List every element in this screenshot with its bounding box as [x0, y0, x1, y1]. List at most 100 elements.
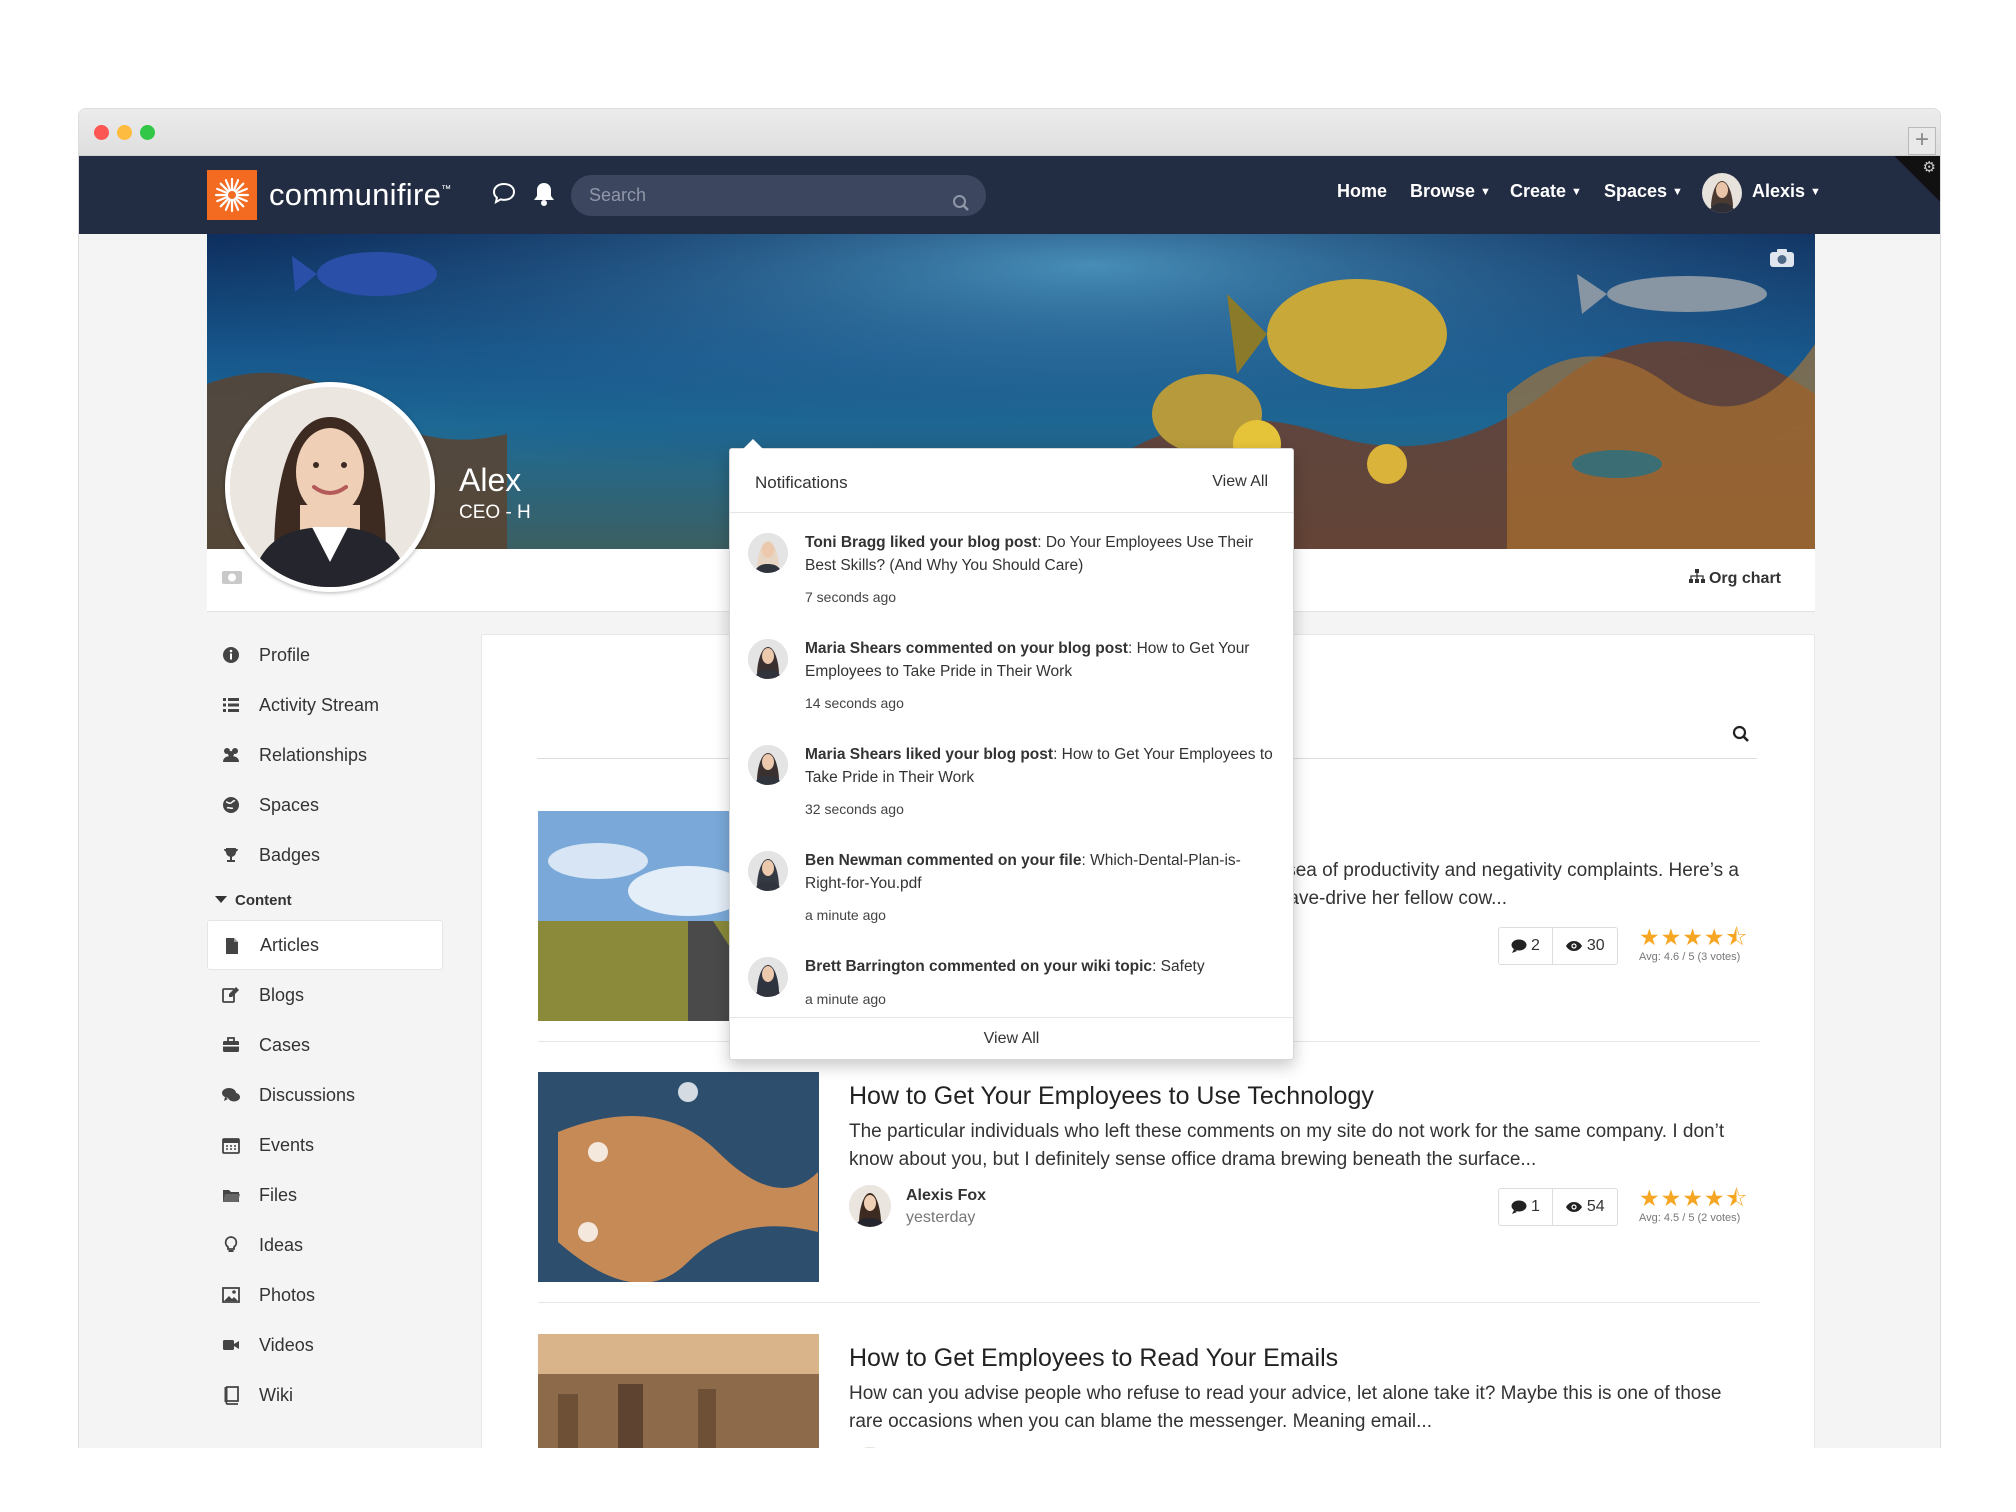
- gear-icon[interactable]: ⚙: [1923, 158, 1936, 176]
- sidebar-item-label: Cases: [259, 1034, 311, 1055]
- nav-home[interactable]: Home: [1337, 181, 1387, 202]
- brand-trademark: ™: [441, 184, 452, 195]
- sidebar-item-relationships[interactable]: Relationships: [207, 730, 447, 780]
- notification-item[interactable]: Maria Shears commented on your blog post…: [730, 619, 1293, 725]
- nav-browse-label: Browse: [1410, 181, 1476, 201]
- notification-text: Toni Bragg liked your blog post: Do Your…: [805, 534, 1254, 574]
- sidebar-item-blogs[interactable]: Blogs: [207, 970, 447, 1020]
- author-name[interactable]: Alexis Fox: [906, 1187, 986, 1205]
- nav-create[interactable]: Create ▼: [1510, 181, 1582, 202]
- sidebar-item-profile[interactable]: Profile: [207, 630, 447, 680]
- article-stats: 1 54: [1498, 1188, 1618, 1226]
- rating-average: Avg: 4.5 / 5 (2 votes): [1639, 1212, 1741, 1224]
- sidebar-item-articles[interactable]: Articles: [207, 920, 443, 970]
- article-excerpt: How can you advise people who refuse to …: [849, 1383, 1722, 1432]
- notification-item[interactable]: Maria Shears liked your blog post: How t…: [730, 725, 1293, 831]
- notification-item[interactable]: Toni Bragg liked your blog post: Do Your…: [730, 513, 1293, 619]
- nav-user-menu[interactable]: Alexis ▼: [1752, 181, 1821, 202]
- trophy-icon: [221, 845, 241, 865]
- view-all-link-bottom[interactable]: View All: [730, 1017, 1293, 1059]
- blog-icon: [221, 985, 241, 1005]
- notification-item[interactable]: Ben Newman commented on your file: Which…: [730, 831, 1293, 937]
- notification-avatar: [748, 851, 788, 891]
- org-chart-link[interactable]: Org chart: [1688, 569, 1781, 588]
- content-search-icon[interactable]: [1732, 725, 1750, 748]
- nav-create-label: Create: [1510, 181, 1567, 201]
- notifications-dropdown: Notifications View All Toni Bragg liked …: [729, 439, 1294, 1060]
- eye-icon: [1565, 1202, 1582, 1212]
- sidebar-item-wiki[interactable]: Wiki: [207, 1370, 447, 1420]
- settings-corner[interactable]: ⚙: [1894, 156, 1940, 202]
- notifications-title: Notifications: [755, 473, 848, 492]
- brand-logo[interactable]: communifire ™: [207, 170, 451, 220]
- author-avatar: [849, 1185, 891, 1227]
- article-stats: 2 30: [1498, 927, 1618, 965]
- info-icon: [221, 645, 241, 665]
- folder-icon: [221, 1185, 241, 1205]
- article-title[interactable]: How to Get Your Employees to Use Technol…: [849, 1082, 1374, 1111]
- minimize-window-button[interactable]: [117, 125, 132, 140]
- sidebar-item-label: Files: [259, 1184, 298, 1205]
- search-input[interactable]: Search: [571, 175, 986, 216]
- article-icon: [222, 936, 242, 956]
- view-all-link-top[interactable]: View All: [1212, 473, 1268, 491]
- sidebar-item-ideas[interactable]: Ideas: [207, 1220, 447, 1270]
- sidebar-item-label: Profile: [259, 644, 311, 665]
- sidebar-item-files[interactable]: Files: [207, 1170, 447, 1220]
- calendar-icon: [221, 1135, 241, 1155]
- change-avatar-camera-icon[interactable]: [221, 567, 243, 590]
- video-icon: [221, 1335, 241, 1355]
- notification-avatar: [748, 533, 788, 573]
- article-author[interactable]: Alexis Fox: [849, 1447, 1249, 1448]
- sidebar-item-videos[interactable]: Videos: [207, 1320, 447, 1370]
- browser-window: + communifire ™ Search Home Browse ▼ Cre…: [78, 108, 1941, 1448]
- chevron-down-icon: ▼: [1672, 186, 1683, 198]
- notification-time: a minute ago: [805, 991, 886, 1007]
- org-chart-label: Org chart: [1708, 570, 1781, 587]
- sidebar-item-spaces[interactable]: Spaces: [207, 780, 447, 830]
- author-avatar: [849, 1447, 891, 1448]
- profile-avatar[interactable]: [225, 382, 435, 592]
- profile-title: CEO - H: [459, 502, 531, 523]
- star-rating[interactable]: ★★★★⯪: [1639, 1444, 1748, 1448]
- comment-count[interactable]: 1: [1499, 1189, 1553, 1225]
- sidebar-item-cases[interactable]: Cases: [207, 1020, 447, 1070]
- globe-icon: [221, 795, 241, 815]
- sidebar-section-content[interactable]: Content: [207, 880, 447, 920]
- sitemap-icon: [1688, 569, 1709, 587]
- nav-browse[interactable]: Browse ▼: [1410, 181, 1491, 202]
- brand-name: communifire: [269, 177, 442, 212]
- change-cover-camera-icon[interactable]: [1769, 248, 1795, 268]
- article-thumbnail[interactable]: [538, 1072, 819, 1282]
- nav-spaces[interactable]: Spaces ▼: [1604, 181, 1683, 202]
- sidebar-item-activity-stream[interactable]: Activity Stream: [207, 680, 447, 730]
- image-icon: [221, 1285, 241, 1305]
- bell-icon[interactable]: [531, 180, 559, 208]
- notification-time: 14 seconds ago: [805, 695, 904, 711]
- notification-text: Ben Newman commented on your file: Which…: [805, 852, 1241, 892]
- briefcase-icon: [221, 1035, 241, 1055]
- article-title[interactable]: How to Get Employees to Read Your Emails: [849, 1344, 1338, 1373]
- sidebar-item-discussions[interactable]: Discussions: [207, 1070, 447, 1120]
- nav-user-label: Alexis: [1752, 181, 1806, 201]
- user-avatar[interactable]: [1702, 173, 1742, 213]
- notification-avatar: [748, 639, 788, 679]
- search-placeholder: Search: [589, 185, 647, 205]
- sidebar-item-badges[interactable]: Badges: [207, 830, 447, 880]
- close-window-button[interactable]: [94, 125, 109, 140]
- search-icon[interactable]: [952, 186, 970, 227]
- comment-count[interactable]: 2: [1499, 928, 1553, 964]
- maximize-window-button[interactable]: [140, 125, 155, 140]
- top-navbar: communifire ™ Search Home Browse ▼ Create…: [79, 156, 1940, 234]
- article-author[interactable]: Alexis Fox yesterday: [849, 1185, 1249, 1229]
- notifications-header: Notifications View All: [730, 449, 1293, 513]
- new-tab-button[interactable]: +: [1908, 127, 1936, 155]
- messages-icon[interactable]: [491, 180, 519, 208]
- article-thumbnail[interactable]: [538, 1334, 819, 1448]
- sidebar-item-events[interactable]: Events: [207, 1120, 447, 1170]
- eye-icon: [1565, 941, 1582, 951]
- comments-icon: [221, 1085, 241, 1105]
- view-count: 30: [1553, 928, 1617, 964]
- notification-text: Maria Shears commented on your blog post…: [805, 640, 1250, 680]
- sidebar-item-photos[interactable]: Photos: [207, 1270, 447, 1320]
